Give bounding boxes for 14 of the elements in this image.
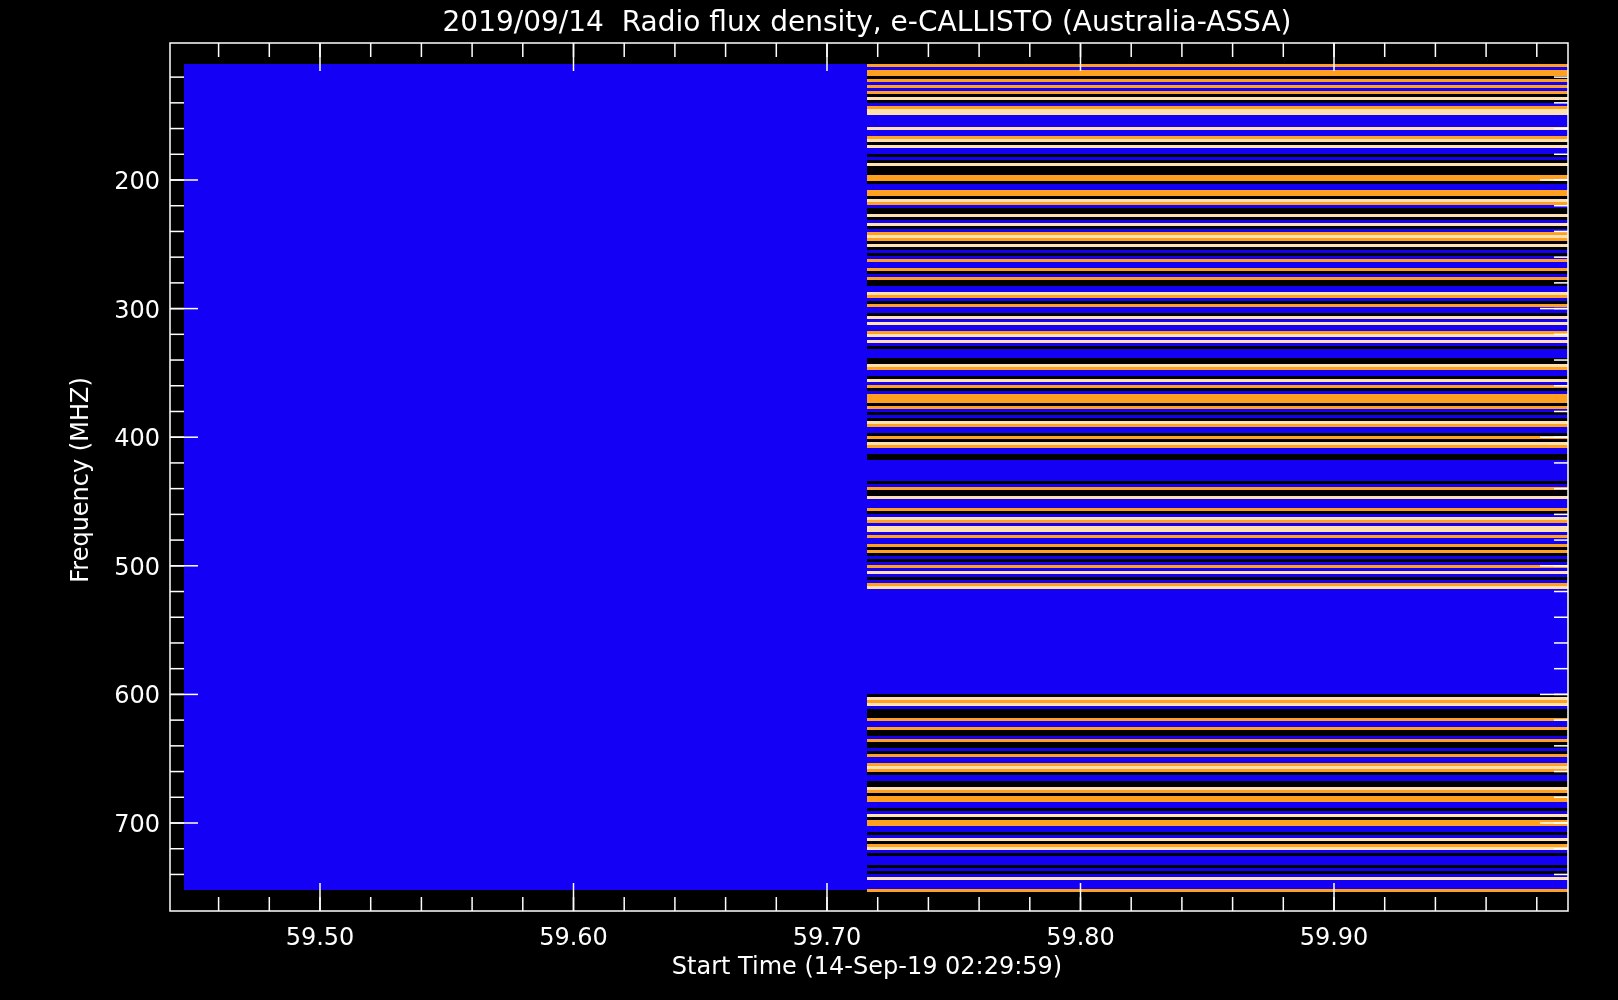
axis-tick-label: 400 (114, 424, 160, 453)
axis-tick-label: 300 (114, 295, 160, 324)
axis-tick-label: 59.70 (792, 923, 862, 951)
axis-tick-label: 59.90 (1299, 923, 1369, 951)
axis-tick-label: 700 (114, 810, 160, 838)
chart-title: 2019/09/14 Radio flux density, e-CALLISTO (Australia-ASSA) (442, 5, 1292, 38)
axis-title: Frequency (MHZ) (66, 377, 94, 583)
axis-tick-label: 59.50 (285, 923, 355, 951)
axis-tick-label: 500 (114, 552, 160, 581)
axis-tick-label: 59.60 (539, 923, 608, 951)
axis-tick-label: 600 (114, 681, 160, 710)
axis-tick-label: 59.80 (1046, 923, 1115, 951)
axis-tick-label: 200 (114, 167, 160, 195)
axis-title: Start Time (14-Sep-19 02:29:59) (671, 952, 1063, 980)
